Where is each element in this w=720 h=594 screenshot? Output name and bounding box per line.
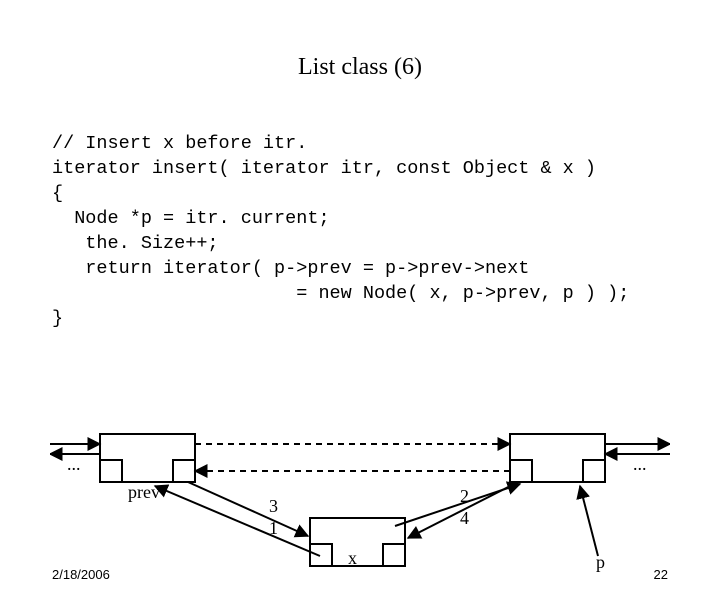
- code-line: = new Node( x, p->prev, p ) );: [52, 283, 629, 304]
- code-line: // Insert x before itr.: [52, 133, 307, 154]
- label-num-3: 3: [269, 496, 278, 517]
- label-num-1: 1: [269, 518, 278, 539]
- label-x: x: [348, 548, 357, 569]
- code-line: the. Size++;: [52, 233, 219, 254]
- code-line: return iterator( p->prev = p->prev->next: [52, 258, 529, 279]
- footer-page: 22: [654, 567, 668, 582]
- footer-date: 2/18/2006: [52, 567, 110, 582]
- code-line: iterator insert( iterator itr, const Obj…: [52, 158, 596, 179]
- code-line: }: [52, 308, 63, 329]
- code-line: Node *p = itr. current;: [52, 208, 330, 229]
- dots-left: ...: [67, 454, 81, 475]
- slide: List class (6) // Insert x before itr. i…: [0, 54, 720, 594]
- dots-right: ...: [633, 454, 647, 475]
- code-line: {: [52, 183, 63, 204]
- code-block: // Insert x before itr. iterator insert(…: [52, 107, 668, 357]
- linked-list-diagram: ... ... prev x p 3 1 2 4: [50, 426, 670, 574]
- page-title: List class (6): [0, 54, 720, 81]
- label-num-4: 4: [460, 508, 469, 529]
- label-num-2: 2: [460, 486, 469, 507]
- footer: 2/18/2006 22: [52, 567, 668, 582]
- label-prev: prev: [128, 482, 160, 503]
